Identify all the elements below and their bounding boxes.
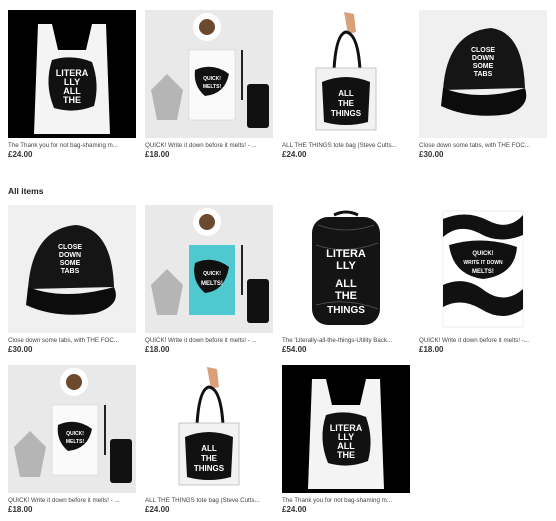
- product-price: £24.00: [145, 505, 170, 514]
- product-title[interactable]: QUICK! Write it down before it melts! - …: [145, 337, 273, 345]
- svg-text:MELTS!: MELTS!: [203, 84, 222, 90]
- product-card[interactable]: LITERA LLY ALL THE The Thank you for not…: [8, 10, 136, 160]
- svg-text:TABS: TABS: [61, 268, 80, 275]
- svg-text:CLOSE: CLOSE: [471, 47, 495, 54]
- product-title[interactable]: QUICK! Write it down before it melts! - …: [8, 497, 136, 505]
- product-card[interactable]: QUICK! MELTS! QUICK! Write it down befor…: [145, 205, 273, 355]
- product-title[interactable]: The Thank you for not bag-shaming m...: [282, 497, 410, 505]
- all-items-grid: CLOSE DOWN SOME TABS Close down some tab…: [8, 205, 547, 355]
- product-image-tote[interactable]: ALL THE THINGS: [282, 10, 410, 138]
- product-card[interactable]: LITERA LLY ALL THE THINGS The 'Literally…: [282, 205, 410, 355]
- svg-text:THE: THE: [201, 454, 218, 463]
- product-card[interactable]: QUICK! WRITE IT DOWN MELTS! QUICK! Write…: [419, 205, 547, 355]
- product-price: £30.00: [8, 345, 33, 354]
- product-price: £18.00: [145, 150, 170, 159]
- product-image-bag[interactable]: LITERA LLY ALL THE: [8, 10, 136, 138]
- svg-text:QUICK!: QUICK!: [203, 76, 221, 82]
- product-title[interactable]: Close down some tabs, with THE FOC...: [8, 337, 136, 345]
- product-image-bag[interactable]: LITERA LLY ALL THE: [282, 365, 410, 493]
- svg-text:QUICK!: QUICK!: [203, 271, 221, 277]
- product-title[interactable]: QUICK! Write it down before it melts! -.…: [419, 337, 547, 345]
- svg-text:THE: THE: [337, 450, 355, 460]
- svg-text:WRITE IT DOWN: WRITE IT DOWN: [463, 260, 503, 266]
- product-title[interactable]: ALL THE THINGS tote bag (Steve Cutts...: [145, 497, 273, 505]
- product-card[interactable]: QUICK! MELTS! QUICK! Write it down befor…: [145, 10, 273, 160]
- product-card[interactable]: LITERA LLY ALL THE The Thank you for not…: [282, 365, 410, 515]
- product-image-cap[interactable]: CLOSE DOWN SOME TABS: [419, 10, 547, 138]
- product-card[interactable]: QUICK! MELTS! QUICK! Write it down befor…: [8, 365, 136, 515]
- svg-text:CLOSE: CLOSE: [58, 244, 82, 251]
- featured-products-grid: LITERA LLY ALL THE The Thank you for not…: [8, 10, 547, 160]
- product-price: £24.00: [282, 150, 307, 159]
- product-title[interactable]: QUICK! Write it down before it melts! - …: [145, 142, 273, 150]
- svg-text:QUICK!: QUICK!: [472, 251, 493, 257]
- svg-text:QUICK!: QUICK!: [66, 431, 84, 437]
- all-items-heading: All items: [8, 186, 44, 196]
- svg-text:SOME: SOME: [60, 260, 81, 267]
- product-image-backpack[interactable]: LITERA LLY ALL THE THINGS: [282, 205, 410, 333]
- svg-text:MELTS!: MELTS!: [472, 269, 494, 275]
- product-title[interactable]: The Thank you for not bag-shaming m...: [8, 142, 136, 150]
- product-title[interactable]: ALL THE THINGS tote bag (Steve Cutts...: [282, 142, 410, 150]
- product-title[interactable]: The 'Literally-all-the-things-Utility Ba…: [282, 337, 410, 345]
- product-image-notebook[interactable]: QUICK! MELTS!: [8, 365, 136, 493]
- product-image-notebook[interactable]: QUICK! MELTS!: [145, 205, 273, 333]
- product-image-notebook[interactable]: QUICK! MELTS!: [145, 10, 273, 138]
- svg-text:ALL: ALL: [201, 444, 217, 453]
- svg-text:DOWN: DOWN: [472, 55, 494, 62]
- svg-text:LLY: LLY: [336, 260, 356, 272]
- product-price: £18.00: [145, 345, 170, 354]
- product-card[interactable]: ALL THE THINGS ALL THE THINGS tote bag (…: [145, 365, 273, 515]
- svg-text:ALL: ALL: [338, 89, 354, 98]
- svg-text:THE: THE: [338, 99, 355, 108]
- product-card[interactable]: CLOSE DOWN SOME TABS Close down some tab…: [419, 10, 547, 160]
- product-price: £24.00: [282, 505, 307, 514]
- product-price: £30.00: [419, 150, 444, 159]
- svg-text:MELTS!: MELTS!: [66, 439, 85, 445]
- product-price: £54.00: [282, 345, 307, 354]
- product-title[interactable]: Close down some tabs, with THE FOC...: [419, 142, 547, 150]
- svg-text:MELTS!: MELTS!: [201, 281, 223, 287]
- svg-text:DOWN: DOWN: [59, 252, 81, 259]
- product-card[interactable]: ALL THE THINGS ALL THE THINGS tote bag (…: [282, 10, 410, 160]
- svg-text:THINGS: THINGS: [331, 109, 362, 118]
- product-price: £18.00: [419, 345, 444, 354]
- svg-text:THE: THE: [335, 290, 357, 302]
- product-image-notebook[interactable]: QUICK! WRITE IT DOWN MELTS!: [419, 205, 547, 333]
- svg-text:ALL: ALL: [335, 278, 357, 290]
- svg-text:THE: THE: [63, 95, 81, 105]
- svg-text:SOME: SOME: [473, 63, 494, 70]
- product-card[interactable]: CLOSE DOWN SOME TABS Close down some tab…: [8, 205, 136, 355]
- all-items-grid-row-3: QUICK! MELTS! QUICK! Write it down befor…: [8, 365, 547, 515]
- svg-text:THINGS: THINGS: [194, 464, 225, 473]
- product-image-cap[interactable]: CLOSE DOWN SOME TABS: [8, 205, 136, 333]
- svg-text:TABS: TABS: [474, 71, 493, 78]
- svg-text:THINGS: THINGS: [327, 305, 365, 316]
- product-price: £18.00: [8, 505, 33, 514]
- product-image-tote[interactable]: ALL THE THINGS: [145, 365, 273, 493]
- product-price: £24.00: [8, 150, 33, 159]
- svg-text:LITERA: LITERA: [326, 248, 366, 260]
